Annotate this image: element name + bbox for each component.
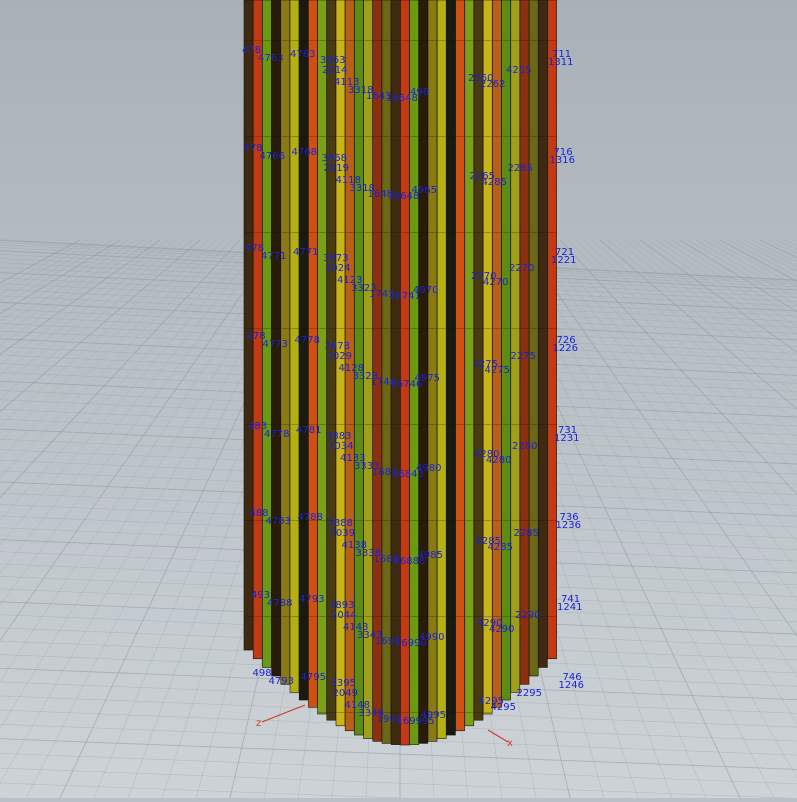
point-label: 1241: [557, 602, 582, 613]
point-label: 4768: [292, 147, 317, 158]
bar-column: [492, 0, 502, 708]
point-label: 4285: [488, 542, 513, 553]
point-label: 4793: [299, 594, 324, 605]
bar-column: [390, 0, 401, 745]
3d-viewport[interactable]: 478 4763 4763 3863 2014 4113 3318 1643 16648 496 2…: [0, 0, 797, 802]
bar-column: [510, 0, 521, 693]
bar-column: [400, 0, 410, 746]
point-label: 2265: [508, 163, 533, 174]
point-label: 1221: [551, 255, 576, 266]
point-label: 4975: [415, 373, 440, 384]
point-label: 4778: [264, 429, 289, 440]
point-label: 2034: [328, 441, 353, 452]
point-label: 1311: [548, 57, 573, 68]
point-label: 4771: [293, 247, 318, 258]
point-label: 2049: [333, 688, 358, 699]
bar-column: [446, 0, 456, 736]
point-label: 2029: [327, 351, 352, 362]
point-label: 4763: [258, 53, 283, 64]
point-label: 4773: [263, 339, 288, 350]
point-label: 2275: [511, 351, 536, 362]
point-label: 4290: [489, 624, 514, 635]
point-label: 1316: [550, 155, 575, 166]
point-label: 1246: [559, 680, 584, 691]
point-label: 2270: [509, 263, 534, 274]
point-label: 4965: [412, 185, 437, 196]
point-label: 4285: [482, 177, 507, 188]
bar-column: [289, 0, 300, 693]
bar-column: [271, 0, 281, 677]
point-label: 4985: [418, 550, 443, 561]
bar-column: [538, 0, 548, 668]
point-label: 2039: [330, 528, 355, 539]
bar-column: [317, 0, 327, 715]
point-label: 4280: [486, 455, 511, 466]
point-label: 1236: [556, 520, 581, 531]
bar-column: [482, 0, 493, 715]
point-label: 4793: [269, 676, 294, 687]
point-label: 4771: [261, 251, 286, 262]
bar-column: [381, 0, 392, 744]
point-label: 4763: [290, 49, 315, 60]
bar-column: [519, 0, 530, 685]
z-axis-label: z: [256, 718, 261, 729]
point-label: 4781: [296, 425, 321, 436]
bar-column: [547, 0, 557, 660]
point-label: 4275: [485, 365, 510, 376]
point-label: 2014: [322, 65, 347, 76]
point-label: 4270: [483, 277, 508, 288]
point-label: 2280: [512, 441, 537, 452]
scene-canvas[interactable]: 4784763 476338632014411333181643166484962…: [0, 0, 797, 802]
point-label: 2262: [480, 79, 505, 90]
point-label: 4766: [260, 151, 285, 162]
point-label: 4295: [491, 702, 516, 713]
point-label: 496: [410, 87, 429, 98]
point-label: 4970: [413, 285, 438, 296]
bar-column: [436, 0, 447, 739]
x-axis-label: x: [507, 738, 513, 749]
bar-column: [455, 0, 465, 732]
point-label: 4995: [421, 710, 446, 721]
bar-column: [427, 0, 438, 742]
point-label: 4778: [295, 335, 320, 346]
bar-column: [252, 0, 263, 660]
point-label: 4788: [267, 598, 292, 609]
point-label: 2024: [325, 263, 350, 274]
point-label: 2019: [324, 163, 349, 174]
point-label: 2044: [331, 610, 356, 621]
point-label: 4255: [506, 65, 531, 76]
point-label: 4788: [298, 512, 323, 523]
point-label: 1231: [554, 433, 579, 444]
point-label: 4980: [416, 463, 441, 474]
point-label: 4990: [419, 632, 444, 643]
point-label: 2290: [515, 610, 540, 621]
point-label: 4783: [266, 516, 291, 527]
bar-column: [501, 0, 511, 701]
point-label: 1226: [553, 343, 578, 354]
point-label: 4795: [301, 672, 326, 683]
point-label: 2295: [517, 688, 542, 699]
point-label: 2285: [514, 528, 539, 539]
bar-column: [243, 0, 254, 651]
bar-column: [528, 0, 539, 677]
